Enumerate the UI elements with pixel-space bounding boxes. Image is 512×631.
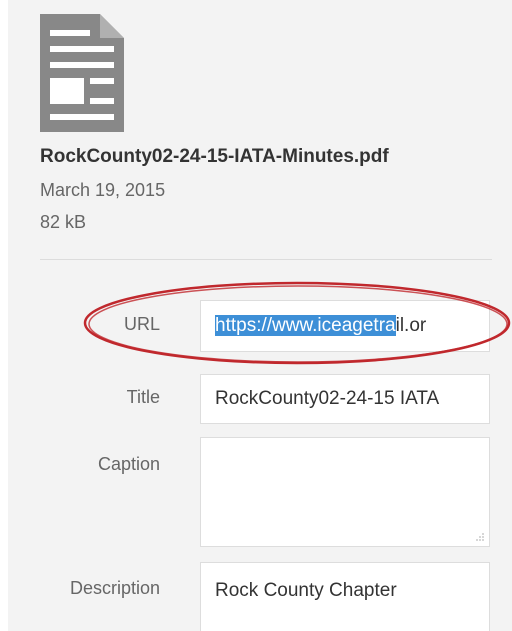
url-selected-text: https://www.iceagetra <box>215 315 396 336</box>
attachment-date: March 19, 2015 <box>40 180 166 200</box>
url-label: URL <box>123 314 160 334</box>
divider <box>40 259 492 260</box>
document-icon <box>40 14 124 132</box>
attachment-details-panel: RockCounty02-24-15-IATA-Minutes.pdf Marc… <box>0 0 512 631</box>
title-label: Title <box>126 387 160 407</box>
caption-textarea[interactable] <box>200 437 490 547</box>
attachment-filename: RockCounty02-24-15-IATA-Minutes.pdf <box>40 146 389 167</box>
caption-label: Caption <box>97 454 160 474</box>
description-textarea[interactable]: Rock County Chapter <box>200 562 490 631</box>
url-remaining-text: il.or <box>395 315 427 336</box>
url-field[interactable]: https://www.iceagetrail.or <box>200 300 490 352</box>
attachment-size: 82 kB <box>40 212 87 232</box>
description-label: Description <box>69 578 160 598</box>
title-field[interactable]: RockCounty02-24-15 IATA <box>200 374 490 424</box>
resize-grip-icon[interactable] <box>475 532 485 542</box>
